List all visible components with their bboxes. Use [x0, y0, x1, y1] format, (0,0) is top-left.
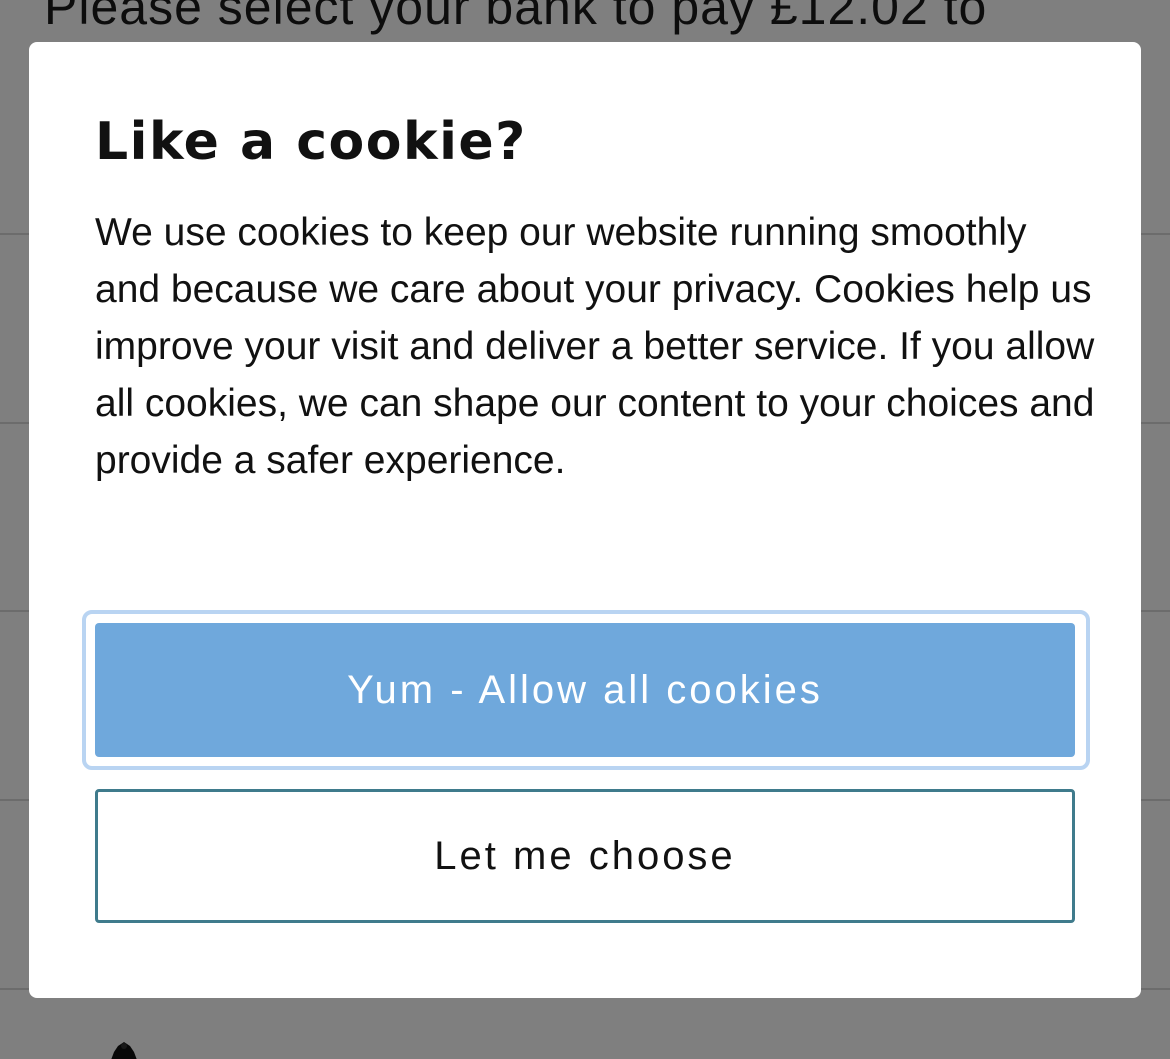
dialog-body-text: We use cookies to keep our website runni…	[95, 211, 1095, 482]
cookie-consent-dialog: Like a cookie? We use cookies to keep ou…	[29, 42, 1141, 998]
let-me-choose-button[interactable]: Let me choose	[95, 789, 1075, 923]
dialog-title: Like a cookie?	[95, 112, 527, 172]
allow-all-cookies-button[interactable]: Yum - Allow all cookies	[95, 623, 1075, 757]
